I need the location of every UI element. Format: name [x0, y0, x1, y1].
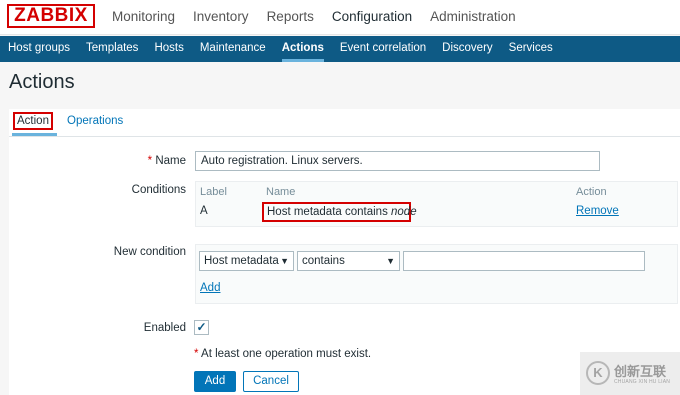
condition-row-name: Host metadata contains node	[262, 202, 417, 222]
top-navigation: ZABBIX Monitoring Inventory Reports Conf…	[0, 0, 680, 35]
tab-operations[interactable]: Operations	[67, 115, 123, 127]
active-tab-indicator	[12, 133, 57, 136]
dropdown-caret-icon: ▼	[280, 256, 289, 266]
name-label: * Name	[140, 155, 186, 167]
menu-reports[interactable]: Reports	[267, 0, 314, 35]
menu-administration[interactable]: Administration	[430, 0, 516, 35]
watermark-logo-icon: K	[586, 361, 610, 385]
top-menu: Monitoring Inventory Reports Configurati…	[112, 0, 534, 35]
name-input[interactable]: Auto registration. Linux servers.	[195, 151, 600, 171]
warning-text: At least one operation must exist.	[201, 348, 372, 360]
enabled-checkbox[interactable]: ✓	[194, 320, 209, 335]
page-title: Actions	[9, 71, 75, 93]
condition-name-value: node	[391, 206, 417, 218]
conditions-label: Conditions	[131, 184, 186, 196]
menu-configuration[interactable]: Configuration	[332, 0, 412, 35]
watermark: K 创新互联 CHUANG XIN HU LIAN	[580, 352, 680, 395]
watermark-subtext: CHUANG XIN HU LIAN	[614, 379, 671, 385]
required-asterisk: *	[147, 155, 153, 167]
condition-row-label: A	[200, 205, 208, 217]
add-button[interactable]: Add	[194, 371, 236, 392]
subnav-maintenance[interactable]: Maintenance	[192, 36, 274, 62]
add-condition-link[interactable]: Add	[200, 282, 220, 294]
warning-asterisk: *	[194, 348, 199, 360]
col-header-action: Action	[576, 186, 607, 198]
subnav-discovery[interactable]: Discovery	[434, 36, 500, 62]
subnav-services[interactable]: Services	[501, 36, 561, 62]
condition-operator-value: contains	[302, 255, 345, 267]
new-condition-label: New condition	[113, 246, 186, 258]
condition-type-value: Host metadata	[204, 255, 279, 267]
condition-value-input[interactable]	[403, 251, 645, 271]
zabbix-logo[interactable]: ZABBIX	[7, 4, 95, 28]
subnav-event-correlation[interactable]: Event correlation	[332, 36, 434, 62]
condition-operator-select[interactable]: contains ▼	[297, 251, 400, 271]
form-tabs: Action Operations	[9, 109, 680, 137]
subnav-host-groups[interactable]: Host groups	[0, 36, 78, 62]
condition-type-select[interactable]: Host metadata ▼	[199, 251, 294, 271]
tab-action[interactable]: Action	[13, 112, 53, 130]
subnav-templates[interactable]: Templates	[78, 36, 146, 62]
condition-name-text: Host metadata contains	[267, 206, 392, 218]
remove-condition-link[interactable]: Remove	[576, 205, 619, 217]
operation-warning: * At least one operation must exist.	[194, 348, 371, 360]
subnav-hosts[interactable]: Hosts	[146, 36, 191, 62]
subnav-actions[interactable]: Actions	[274, 36, 332, 62]
menu-inventory[interactable]: Inventory	[193, 0, 249, 35]
cancel-button[interactable]: Cancel	[243, 371, 299, 392]
sub-navigation: Host groups Templates Hosts Maintenance …	[0, 36, 680, 62]
col-header-label: Label	[200, 186, 227, 198]
enabled-label: Enabled	[143, 322, 186, 334]
check-icon: ✓	[196, 320, 207, 334]
watermark-text: 创新互联	[614, 364, 667, 379]
menu-monitoring[interactable]: Monitoring	[112, 0, 175, 35]
name-label-text: Name	[155, 155, 186, 167]
dropdown-caret-icon: ▼	[386, 256, 395, 266]
col-header-name: Name	[266, 186, 296, 198]
